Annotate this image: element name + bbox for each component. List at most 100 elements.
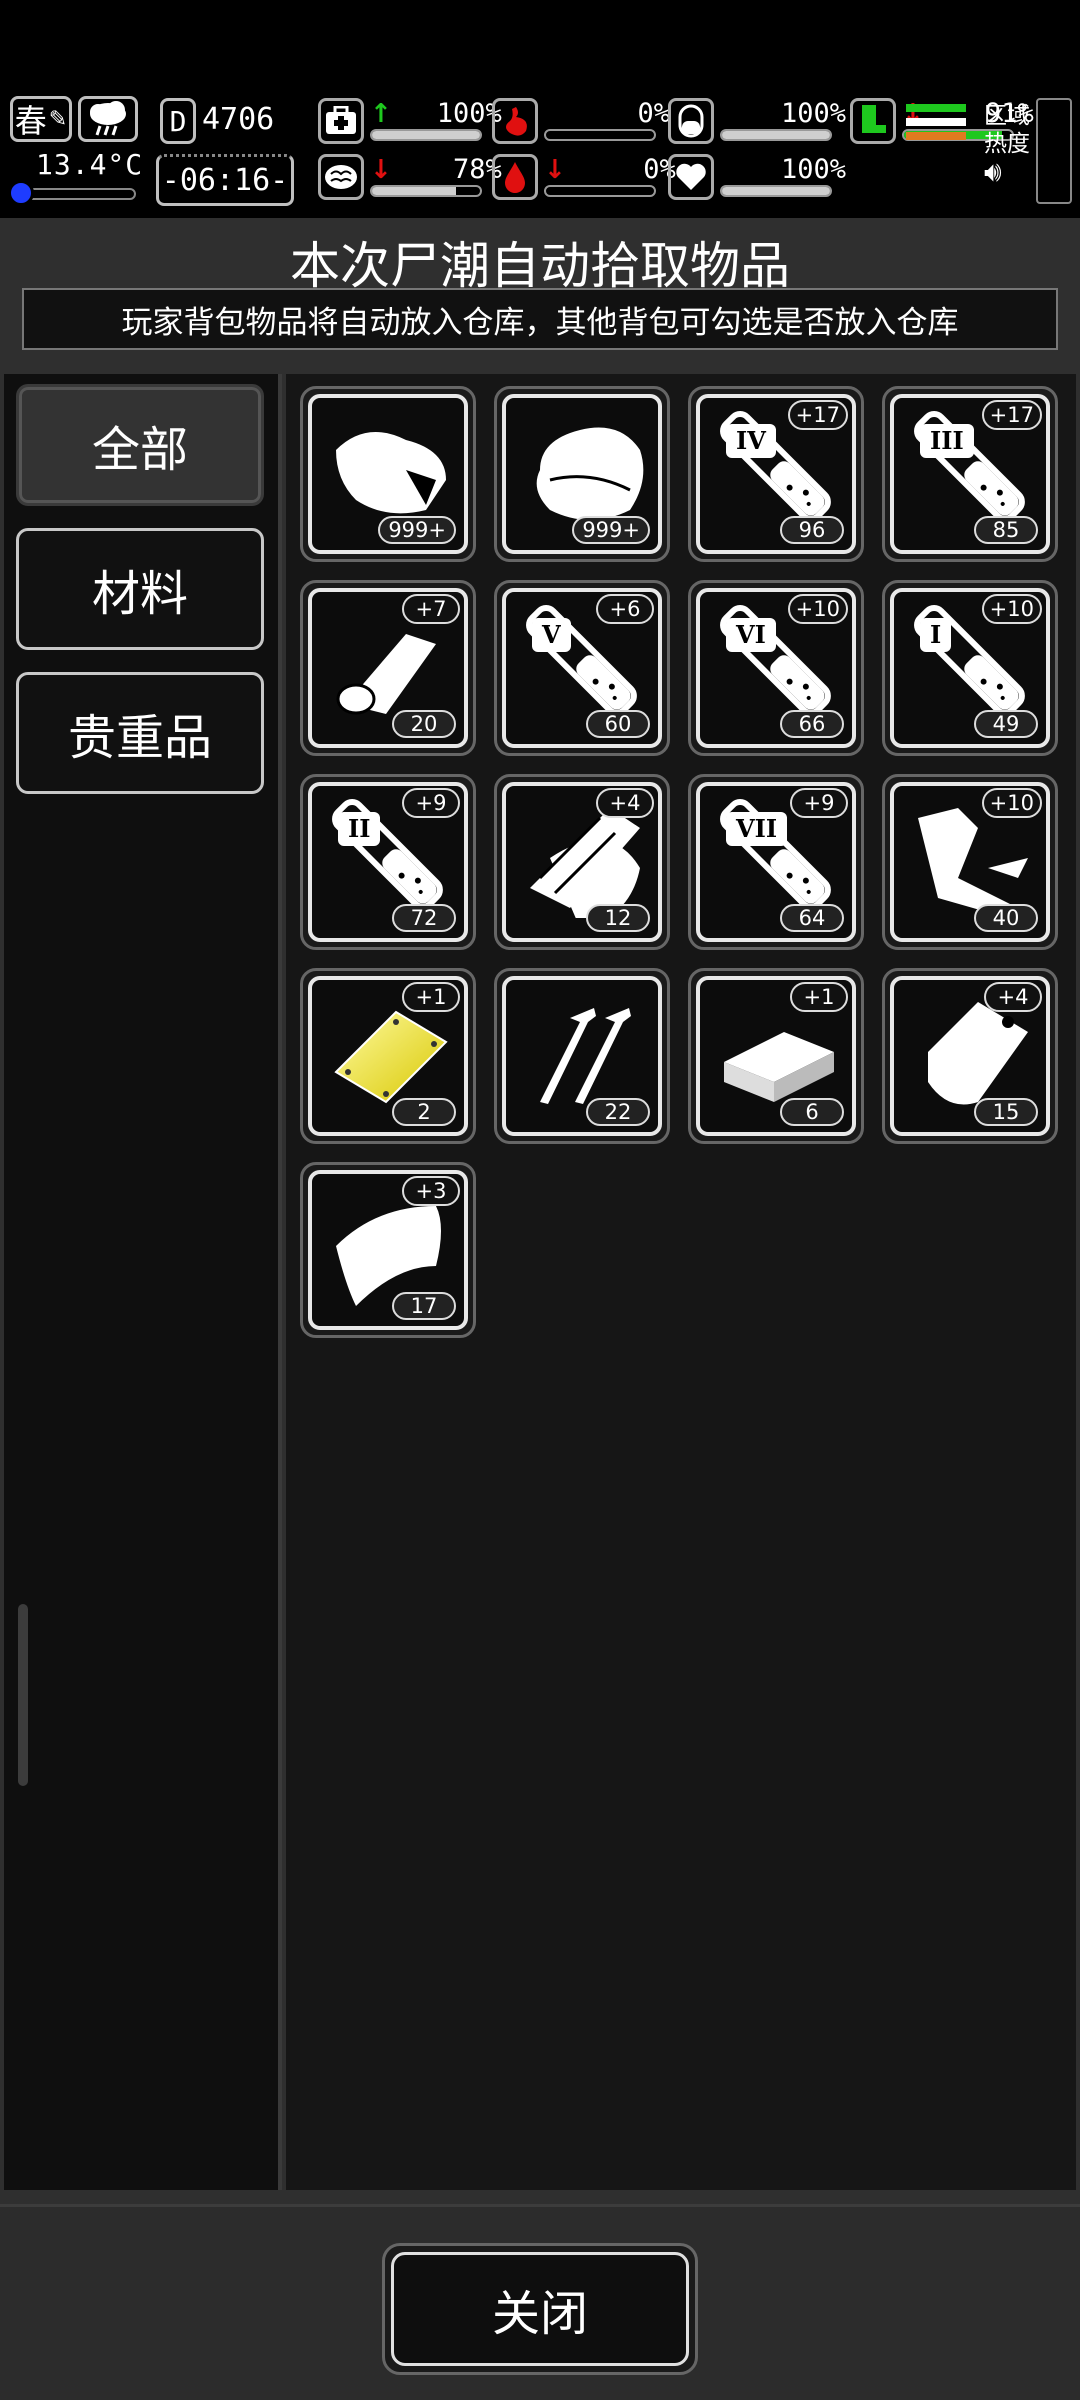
season-label: 春 [14, 102, 47, 140]
item-plus-badge: +17 [981, 400, 1042, 430]
dialog-subtitle: 玩家背包物品将自动放入仓库，其他背包可勾选是否放入仓库 [22, 288, 1058, 350]
item-slot[interactable]: V +6 60 [494, 580, 670, 756]
stat-value: 100% [436, 98, 502, 129]
item-slot[interactable]: +3 17 [300, 1162, 476, 1338]
speaker-icon[interactable]: 🔊︎ [984, 158, 1030, 186]
item-slot[interactable]: VI +10 66 [688, 580, 864, 756]
dialog-footer: 关闭 [0, 2204, 1080, 2400]
trend-down-icon: ↓ [370, 154, 392, 185]
tab-all[interactable]: 全部 [16, 384, 264, 506]
item-count: 85 [974, 516, 1038, 544]
trend-down-icon: ↓ [544, 154, 566, 185]
item-count: 66 [780, 710, 844, 738]
item-slot[interactable]: +1 6 [688, 968, 864, 1144]
day-prefix: D [160, 98, 196, 144]
item-count: 20 [392, 710, 456, 738]
item-frame: +10 40 [890, 782, 1050, 942]
sidebar-scrollbar[interactable] [18, 1604, 28, 1786]
boot-icon [850, 98, 896, 144]
stat-bar [544, 185, 656, 197]
stat-stomach: 0% [492, 98, 670, 144]
stat-brain: ↓ 78% [318, 154, 502, 200]
dialog-subtitle-text: 玩家背包物品将自动放入仓库，其他背包可勾选是否放入仓库 [121, 304, 959, 341]
item-count: 2 [392, 1098, 456, 1126]
item-frame: +4 12 [502, 782, 662, 942]
auto-loot-dialog: 本次尸潮自动拾取物品 玩家背包物品将自动放入仓库，其他背包可勾选是否放入仓库 全… [0, 218, 1080, 2400]
item-slot[interactable]: II +9 72 [300, 774, 476, 950]
item-count: 49 [974, 710, 1038, 738]
leaf-icon: ✎ [48, 106, 68, 132]
item-slot[interactable]: I +10 49 [882, 580, 1058, 756]
item-plus-badge: +17 [787, 400, 848, 430]
zone-heat-bar [1036, 98, 1072, 204]
item-count: 96 [780, 516, 844, 544]
item-plus-badge: +1 [402, 982, 460, 1012]
close-button[interactable]: 关闭 [382, 2243, 698, 2375]
grade-label: VII [726, 812, 788, 846]
item-frame: III +17 85 [890, 394, 1050, 554]
heart-icon [668, 154, 714, 200]
item-frame: +1 2 [308, 976, 468, 1136]
tab-valuables[interactable]: 贵重品 [16, 672, 264, 794]
trend-up-icon: ↑ [370, 98, 392, 129]
tab-materials[interactable]: 材料 [16, 528, 264, 650]
zone-heat-label: 区域 热度 🔊︎ [984, 102, 1030, 186]
pill-icon [668, 98, 714, 144]
item-frame: V +6 60 [502, 588, 662, 748]
item-count: 15 [974, 1098, 1038, 1126]
item-slot[interactable]: 999+ [494, 386, 670, 562]
item-frame: +3 17 [308, 1170, 468, 1330]
item-slot[interactable]: +1 2 [300, 968, 476, 1144]
item-grid: 999+ 999+ IV +17 96 III +17 85 +7 20 V +6 60 VI +10 66 I… [286, 374, 1076, 2190]
zone-heat-line-1: 区域 [984, 103, 1030, 129]
blood-drop-icon [492, 154, 538, 200]
item-plus-badge: +6 [596, 594, 654, 624]
item-count: 40 [974, 904, 1038, 932]
item-slot[interactable]: +4 15 [882, 968, 1058, 1144]
item-plus-badge: +4 [596, 788, 654, 818]
item-plus-badge: +3 [402, 1176, 460, 1206]
item-slot[interactable]: IV +17 96 [688, 386, 864, 562]
item-slot[interactable]: +4 12 [494, 774, 670, 950]
item-frame: II +9 72 [308, 782, 468, 942]
item-count: 12 [586, 904, 650, 932]
temperature-marker [8, 180, 34, 206]
item-slot[interactable]: +7 20 [300, 580, 476, 756]
grade-label: I [920, 618, 952, 652]
category-sidebar: 全部 材料 贵重品 [4, 374, 282, 2190]
item-plus-badge: +4 [984, 982, 1042, 1012]
item-slot[interactable]: 22 [494, 968, 670, 1144]
item-plus-badge: +9 [790, 788, 848, 818]
item-frame: I +10 49 [890, 588, 1050, 748]
item-slot[interactable]: 999+ [300, 386, 476, 562]
item-plus-badge: +1 [790, 982, 848, 1012]
item-plus-badge: +7 [402, 594, 460, 624]
item-count: 6 [780, 1098, 844, 1126]
stat-value: 0% [637, 98, 670, 129]
stat-value: 78% [453, 154, 502, 185]
item-count: 64 [780, 904, 844, 932]
stat-bar [720, 129, 832, 141]
stat-bar [370, 129, 482, 141]
item-slot[interactable]: VII +9 64 [688, 774, 864, 950]
zone-heat-line-2: 热度 [984, 131, 1030, 157]
item-frame: +4 15 [890, 976, 1050, 1136]
grade-label: II [338, 812, 381, 846]
stat-value: 100% [780, 154, 846, 185]
item-count: 60 [586, 710, 650, 738]
clock-readout: -06:16- [156, 154, 294, 206]
close-button-label: 关闭 [391, 2252, 689, 2366]
item-plus-badge: +10 [981, 788, 1042, 818]
item-plus-badge: +10 [787, 594, 848, 624]
item-count: 22 [586, 1098, 650, 1126]
item-slot[interactable]: III +17 85 [882, 386, 1058, 562]
stat-bar [720, 185, 832, 197]
stat-bar [370, 185, 482, 197]
item-slot[interactable]: +10 40 [882, 774, 1058, 950]
rain-cloud-icon [78, 96, 138, 142]
item-count: 72 [392, 904, 456, 932]
stomach-icon [492, 98, 538, 144]
item-frame: 22 [502, 976, 662, 1136]
stat-heart: 100% [668, 154, 846, 200]
item-plus-badge: +9 [402, 788, 460, 818]
